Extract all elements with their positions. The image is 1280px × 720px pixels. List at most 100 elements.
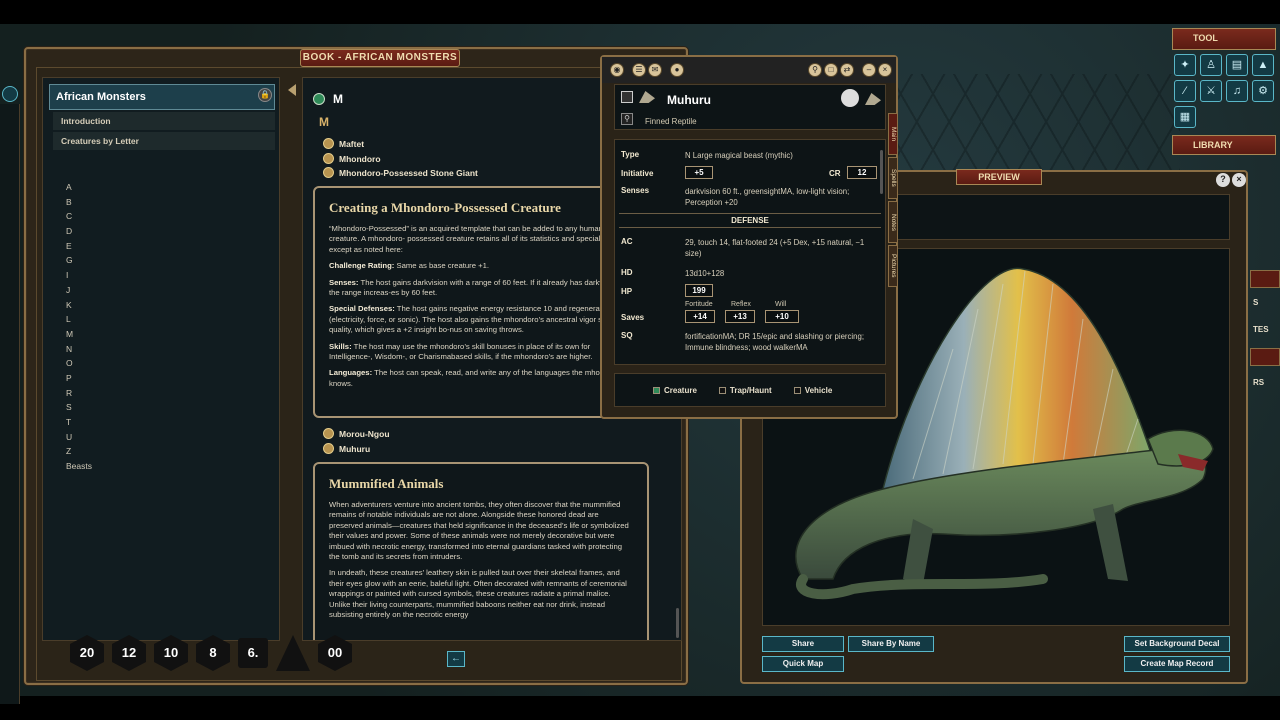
create-map-record-button[interactable]: Create Map Record <box>1124 656 1230 672</box>
combat-icon[interactable]: ⚔ <box>1200 80 1222 102</box>
library-tab[interactable] <box>1250 348 1280 366</box>
letter-item[interactable]: E <box>66 239 92 254</box>
letter-item[interactable]: J <box>66 283 92 298</box>
letter-item[interactable]: M <box>66 327 92 342</box>
lock-icon[interactable]: □ <box>824 63 838 77</box>
left-edge-icon[interactable] <box>2 86 18 102</box>
d6-icon[interactable]: 6. <box>238 638 268 668</box>
back-arrow-icon[interactable] <box>288 84 296 96</box>
creature-link[interactable]: Maftet <box>323 138 364 149</box>
token-portrait-icon[interactable] <box>841 89 859 107</box>
checkbox-label: Vehicle <box>804 385 833 395</box>
will-field[interactable]: +10 <box>765 310 799 323</box>
cr-field[interactable]: 12 <box>847 166 877 179</box>
music-icon[interactable]: ♫ <box>1226 80 1248 102</box>
save-label: Fortitude <box>685 301 713 308</box>
creature-link[interactable]: Mhondoro <box>323 153 381 164</box>
letter-item[interactable]: R <box>66 386 92 401</box>
tab-main[interactable]: Main <box>888 113 898 155</box>
checkbox-box <box>718 386 726 394</box>
sidebar-header[interactable]: African Monsters 🔒 <box>49 84 275 110</box>
map-icon[interactable]: ▲ <box>1252 54 1274 76</box>
tool-panel-header[interactable]: TOOL <box>1172 28 1276 50</box>
minimize-icon[interactable]: – <box>862 63 876 77</box>
vehicle-checkbox[interactable]: Vehicle <box>793 385 833 395</box>
record-menu-icon[interactable]: ◉ <box>610 63 624 77</box>
quick-map-button[interactable]: Quick Map <box>762 656 844 672</box>
letter-item[interactable]: A <box>66 180 92 195</box>
letter-item[interactable]: I <box>66 268 92 283</box>
preview-title: PREVIEW <box>956 169 1042 185</box>
record-list-icon[interactable]: ☰ <box>632 63 646 77</box>
stat-value[interactable]: N Large magical beast (mythic) <box>685 150 793 161</box>
tab-spells[interactable]: Spells <box>888 157 898 199</box>
tab-pictures[interactable]: Pictures <box>888 245 898 287</box>
letter-item[interactable]: D <box>66 224 92 239</box>
letter-item[interactable]: C <box>66 209 92 224</box>
nav-back-button[interactable]: ← <box>447 651 465 667</box>
search-icon[interactable]: ⚲ <box>808 63 822 77</box>
content-scrollbar[interactable] <box>676 608 679 638</box>
set-background-decal-button[interactable]: Set Background Decal <box>1124 636 1230 652</box>
stat-value[interactable]: darkvision 60 ft., greensightMA, low-lig… <box>685 186 881 208</box>
help-icon[interactable]: ? <box>1216 173 1230 187</box>
library-tab-label[interactable]: TES <box>1253 325 1269 334</box>
modules-icon[interactable]: ▦ <box>1174 106 1196 128</box>
record-chat-icon[interactable]: ● <box>670 63 684 77</box>
d20-icon[interactable]: 20 <box>70 635 104 671</box>
sidebar-item-introduction[interactable]: Introduction <box>53 112 275 130</box>
letter-item[interactable]: S <box>66 400 92 415</box>
search-icon[interactable]: ⚲ <box>621 113 633 125</box>
close-icon[interactable]: × <box>878 63 892 77</box>
effects-icon[interactable]: ⁄ <box>1174 80 1196 102</box>
record-share-icon[interactable]: ✉ <box>648 63 662 77</box>
letter-item[interactable]: N <box>66 342 92 357</box>
letter-item[interactable]: O <box>66 356 92 371</box>
creature-link[interactable]: Mhondoro-Possessed Stone Giant <box>323 167 478 178</box>
d12-icon[interactable]: 12 <box>112 635 146 671</box>
creature-checkbox[interactable]: Creature <box>653 386 697 395</box>
gear-icon[interactable]: ⚙ <box>1252 80 1274 102</box>
trap-haunt-checkbox[interactable]: Trap/Haunt <box>718 386 772 395</box>
letter-item[interactable]: L <box>66 312 92 327</box>
letter-item[interactable]: P <box>66 371 92 386</box>
calendar-icon[interactable]: ▤ <box>1226 54 1248 76</box>
letter-item[interactable]: B <box>66 195 92 210</box>
d10-icon[interactable]: 10 <box>154 635 188 671</box>
record-name[interactable]: Muhuru <box>667 93 711 107</box>
library-panel-header[interactable]: LIBRARY <box>1172 135 1276 155</box>
wand-icon[interactable]: ✦ <box>1174 54 1196 76</box>
dino-token-icon[interactable] <box>865 93 881 105</box>
letter-item[interactable]: U <box>66 430 92 445</box>
creature-link[interactable]: Morou-Ngou <box>323 428 390 439</box>
d4-icon[interactable] <box>276 635 310 671</box>
letter-item[interactable]: Beasts <box>66 459 92 474</box>
link-icon[interactable]: ⇄ <box>840 63 854 77</box>
stat-value[interactable]: fortificationMA; DR 15/epic and slashing… <box>685 331 881 353</box>
hp-field[interactable]: 199 <box>685 284 713 297</box>
party-icon[interactable]: ♙ <box>1200 54 1222 76</box>
letter-item[interactable]: T <box>66 415 92 430</box>
initiative-field[interactable]: +5 <box>685 166 713 179</box>
lock-icon[interactable]: 🔒 <box>258 88 272 102</box>
reflex-field[interactable]: +13 <box>725 310 755 323</box>
library-tab-label[interactable]: RS <box>1253 378 1264 387</box>
share-button[interactable]: Share <box>762 636 844 652</box>
d100-icon[interactable]: 00 <box>318 635 352 671</box>
letter-item[interactable]: K <box>66 298 92 313</box>
stat-value[interactable]: 29, touch 14, flat-footed 24 (+5 Dex, +1… <box>685 237 881 259</box>
share-by-name-button[interactable]: Share By Name <box>848 636 934 652</box>
library-tab[interactable] <box>1250 270 1280 288</box>
creature-link[interactable]: Muhuru <box>323 443 370 454</box>
letter-item[interactable]: Z <box>66 444 92 459</box>
library-tab-label[interactable]: S <box>1253 298 1258 307</box>
card-paragraph: “Mhondoro-Possessed” is an acquired temp… <box>329 224 629 254</box>
stat-value[interactable]: 13d10+128 <box>685 268 724 279</box>
d8-icon[interactable]: 8 <box>196 635 230 671</box>
sidebar-item-creatures-by-letter[interactable]: Creatures by Letter <box>53 132 275 150</box>
fortitude-field[interactable]: +14 <box>685 310 715 323</box>
stats-scrollbar[interactable] <box>880 150 883 194</box>
letter-item[interactable]: G <box>66 253 92 268</box>
close-icon[interactable]: × <box>1232 173 1246 187</box>
tab-notes[interactable]: Notes <box>888 201 898 243</box>
